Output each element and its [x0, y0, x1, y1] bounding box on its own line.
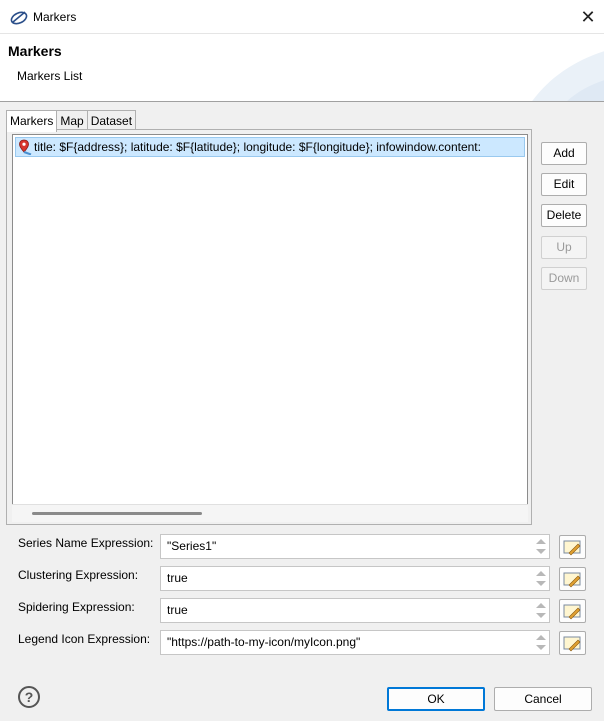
edit-button[interactable]: Edit: [541, 173, 587, 196]
add-button[interactable]: Add: [541, 142, 587, 165]
expression-editor-icon: [563, 604, 581, 620]
spidering-field[interactable]: true: [160, 598, 550, 623]
window-title: Markers: [33, 10, 77, 24]
dialog-subtitle: Markers List: [17, 69, 83, 83]
scrollbar-thumb[interactable]: [32, 512, 202, 515]
spidering-expression-editor-button[interactable]: [559, 599, 586, 623]
help-icon[interactable]: ?: [18, 686, 40, 708]
expression-editor-icon: [563, 540, 581, 556]
spinner-arrows-icon[interactable]: [534, 632, 548, 653]
banner-decoration: [532, 51, 604, 101]
tab-markers[interactable]: Markers: [6, 110, 58, 132]
dialog-header: Markers Markers List: [0, 34, 604, 102]
up-button[interactable]: Up: [541, 236, 587, 259]
close-icon[interactable]: ✕: [578, 6, 598, 28]
legend-icon-label: Legend Icon Expression:: [18, 632, 151, 646]
expression-editor-icon: [563, 636, 581, 652]
app-logo-icon: [10, 11, 28, 25]
spidering-label: Spidering Expression:: [18, 600, 135, 614]
spinner-arrows-icon[interactable]: [534, 600, 548, 621]
tab-bar: Markers Map Dataset: [6, 110, 137, 132]
series-name-label: Series Name Expression:: [18, 536, 154, 550]
dialog-title: Markers: [8, 43, 62, 59]
clustering-field[interactable]: true: [160, 566, 550, 591]
map-marker-icon: [19, 139, 32, 155]
delete-button[interactable]: Delete: [541, 204, 587, 227]
title-bar: Markers ✕: [0, 0, 604, 34]
series-name-expression-editor-button[interactable]: [559, 535, 586, 559]
expression-editor-icon: [563, 572, 581, 588]
clustering-expression-editor-button[interactable]: [559, 567, 586, 591]
marker-item-text: title: $F{address}; latitude: $F{latitud…: [34, 140, 481, 154]
clustering-label: Clustering Expression:: [18, 568, 139, 582]
cancel-button[interactable]: Cancel: [494, 687, 592, 711]
legend-icon-field[interactable]: "https://path-to-my-icon/myIcon.png": [160, 630, 550, 655]
list-item[interactable]: title: $F{address}; latitude: $F{latitud…: [15, 137, 525, 157]
spinner-arrows-icon[interactable]: [534, 568, 548, 589]
markers-list[interactable]: title: $F{address}; latitude: $F{latitud…: [12, 134, 528, 522]
horizontal-scrollbar[interactable]: [12, 504, 528, 522]
down-button[interactable]: Down: [541, 267, 587, 290]
spinner-arrows-icon[interactable]: [534, 536, 548, 557]
ok-button[interactable]: OK: [387, 687, 485, 711]
series-name-field[interactable]: "Series1": [160, 534, 550, 559]
legend-icon-expression-editor-button[interactable]: [559, 631, 586, 655]
tab-map[interactable]: Map: [56, 110, 88, 131]
tab-dataset[interactable]: Dataset: [86, 110, 137, 131]
